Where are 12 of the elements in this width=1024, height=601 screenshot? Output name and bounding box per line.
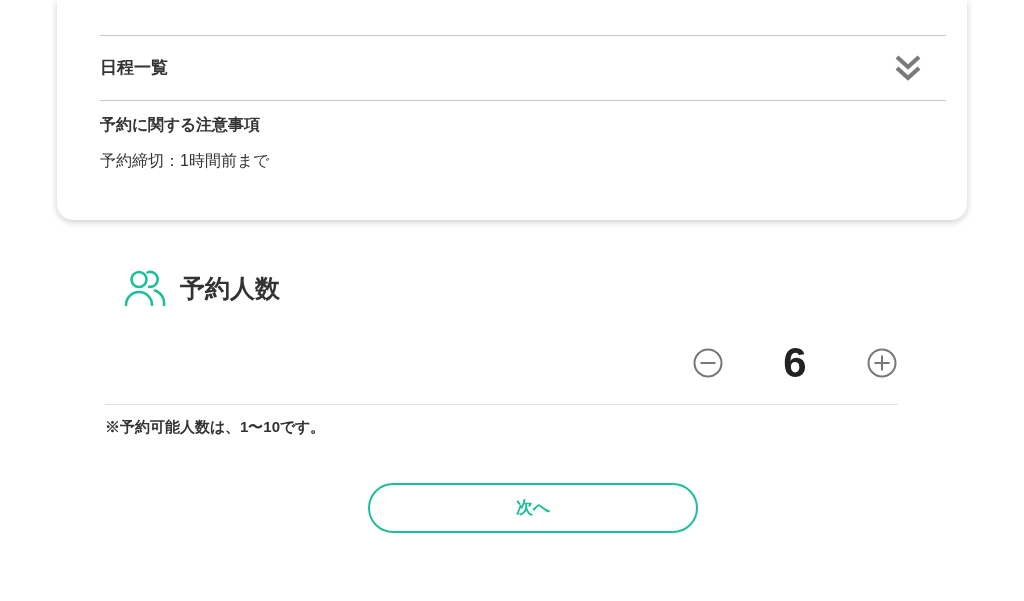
party-size-note: ※予約可能人数は、1〜10です。 [105, 417, 326, 437]
schedule-accordion[interactable]: 日程一覧 [100, 35, 946, 101]
plus-icon [867, 348, 897, 378]
notes-title: 予約に関する注意事項 [100, 115, 260, 135]
people-icon [124, 270, 166, 306]
section-title: 予約人数 [180, 273, 280, 304]
count-value: 6 [783, 338, 807, 388]
notes-text: 予約締切：1時間前まで [100, 151, 269, 171]
decrement-button[interactable] [693, 348, 723, 378]
chevron-double-down-icon [895, 54, 921, 82]
minus-icon [693, 348, 723, 378]
increment-button[interactable] [867, 348, 897, 378]
